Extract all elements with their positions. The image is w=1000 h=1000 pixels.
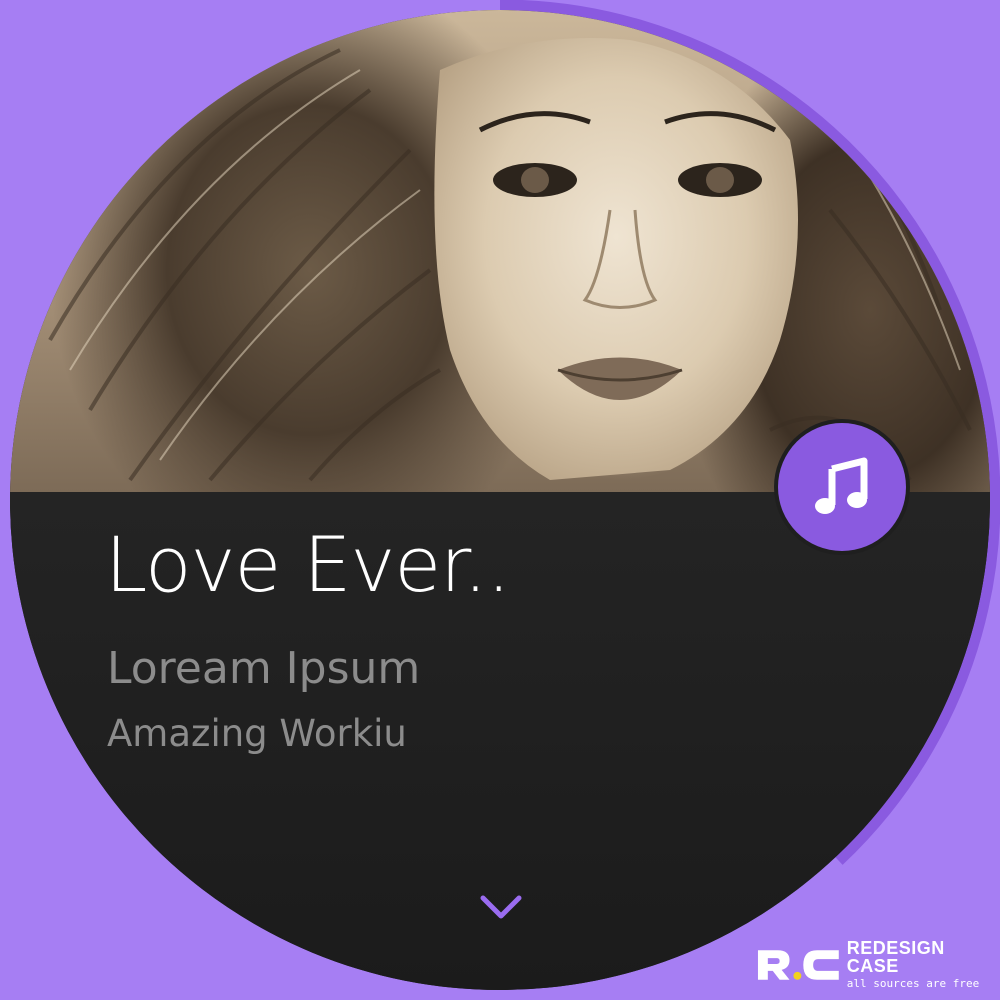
- expand-button[interactable]: [476, 886, 526, 926]
- music-button[interactable]: [778, 423, 906, 551]
- album-art: [10, 10, 990, 492]
- music-note-icon: [815, 457, 868, 514]
- song-title: Love Ever..: [105, 520, 511, 609]
- watermark: REDESIGN CASE all sources are free: [756, 939, 1000, 989]
- album-art-illustration: [28, 28, 972, 482]
- watch-screen: Love Ever.. Loream Ipsum Amazing Workiu …: [0, 0, 1000, 1000]
- watermark-subtitle: all sources are free: [846, 977, 980, 990]
- watermark-title: REDESIGN CASE: [846, 938, 945, 976]
- chevron-down-icon: [480, 895, 522, 919]
- redesign-case-logo-icon: [757, 950, 839, 980]
- album-name: Amazing Workiu: [107, 712, 407, 755]
- artist-name: Loream Ipsum: [107, 643, 421, 694]
